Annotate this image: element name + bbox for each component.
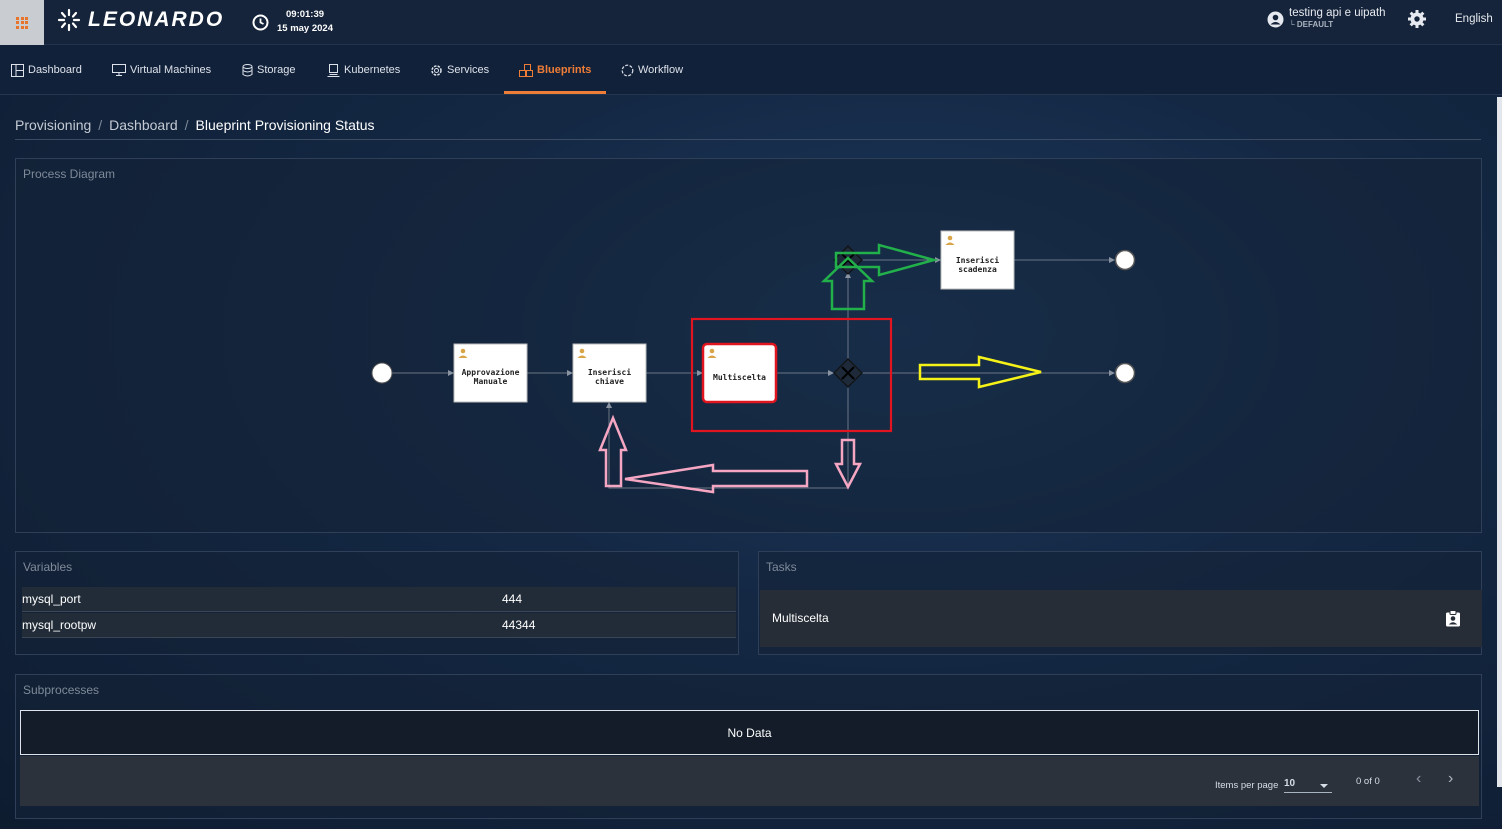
user-task-icon bbox=[709, 348, 715, 354]
task-label: Manuale bbox=[474, 377, 508, 386]
nav-virtual-machines-label: Virtual Machines bbox=[130, 64, 212, 76]
previous-page-button[interactable]: ‹ bbox=[1416, 770, 1421, 788]
breadcrumb: Provisioning / Dashboard / Blueprint Pro… bbox=[15, 117, 375, 133]
variable-value: 444 bbox=[502, 592, 523, 606]
variables-panel: Variables mysql_port 444 mysql_rootpw 44… bbox=[15, 551, 739, 655]
subprocesses-title: Subprocesses bbox=[23, 683, 100, 697]
task-label: Inserisci bbox=[588, 367, 632, 377]
tasks-panel: Tasks Multiscelta bbox=[758, 551, 1482, 655]
task-inserisci-chiave[interactable]: Inserisci chiave bbox=[572, 343, 647, 403]
brand-name: LEONARDO bbox=[88, 8, 225, 31]
breadcrumb-separator: / bbox=[98, 117, 103, 133]
refresh-icon bbox=[621, 64, 634, 76]
user-task-icon bbox=[460, 348, 466, 354]
clock-date: 15 may 2024 bbox=[277, 23, 333, 34]
task-multiscelta[interactable]: Multiscelta bbox=[701, 342, 778, 404]
task-label: Multiscelta bbox=[713, 372, 766, 382]
clock-icon bbox=[252, 14, 269, 30]
settings-button[interactable] bbox=[1407, 9, 1427, 34]
nav-workflow[interactable]: Workflow bbox=[621, 45, 683, 95]
task-label: Inserisci bbox=[956, 255, 1000, 265]
nav-virtual-machines[interactable]: Virtual Machines bbox=[112, 45, 211, 95]
nav-dashboard-label: Dashboard bbox=[28, 64, 82, 76]
yellow-right-arrow bbox=[918, 355, 1042, 389]
active-tab-indicator bbox=[504, 91, 606, 94]
items-per-page-value: 10 bbox=[1284, 778, 1296, 789]
paginator: Items per page 10 0 of 0 ‹ › bbox=[20, 756, 1479, 806]
brand-logo[interactable]: LEONARDO bbox=[56, 5, 224, 35]
nav-storage[interactable]: Storage bbox=[242, 45, 296, 95]
scrollbar[interactable] bbox=[1497, 97, 1502, 787]
items-per-page-select[interactable]: 10 bbox=[1284, 778, 1332, 793]
variable-key: mysql_port bbox=[22, 592, 81, 606]
breadcrumb-provisioning[interactable]: Provisioning bbox=[15, 117, 91, 133]
blueprint-icon bbox=[519, 63, 533, 77]
dashboard-icon bbox=[11, 63, 24, 77]
nav-services[interactable]: Services bbox=[430, 45, 489, 95]
nav-workflow-label: Workflow bbox=[638, 64, 684, 76]
chevron-down-icon bbox=[1320, 784, 1328, 788]
breadcrumb-separator: / bbox=[184, 117, 189, 133]
tasks-title: Tasks bbox=[766, 560, 797, 574]
breadcrumb-dashboard[interactable]: Dashboard bbox=[109, 117, 178, 133]
main-nav: Dashboard Virtual Machines Storage Kuber… bbox=[0, 45, 1502, 95]
variable-key: mysql_rootpw bbox=[22, 618, 97, 632]
database-icon bbox=[242, 63, 253, 76]
end-event bbox=[1114, 249, 1136, 271]
page-range: 0 of 0 bbox=[1356, 776, 1380, 787]
task-label: chiave bbox=[595, 376, 624, 386]
bpmn-diagram: Approvazione Manuale Inserisci chiave Mu… bbox=[371, 230, 1136, 494]
task-label: scadenza bbox=[958, 265, 997, 274]
language-selector[interactable]: English bbox=[1455, 13, 1493, 25]
pink-up-arrow bbox=[598, 414, 628, 488]
subprocesses-panel: Subprocesses No Data Items per page 10 0… bbox=[15, 674, 1482, 819]
user-task-icon bbox=[579, 348, 585, 354]
nav-dashboard[interactable]: Dashboard bbox=[11, 45, 82, 95]
nav-blueprints[interactable]: Blueprints bbox=[519, 45, 591, 95]
nav-blueprints-label: Blueprints bbox=[537, 64, 592, 76]
task-row[interactable]: Multiscelta bbox=[760, 590, 1482, 647]
user-menu[interactable]: testing api e uipath └ DEFAULT bbox=[1267, 7, 1386, 31]
variable-value: 44344 bbox=[502, 618, 536, 632]
start-event bbox=[371, 362, 393, 384]
end-event bbox=[1114, 362, 1136, 384]
app-launcher-button[interactable] bbox=[0, 0, 44, 45]
clock: 09:01:39 15 may 2024 bbox=[252, 8, 333, 36]
breadcrumb-current: Blueprint Provisioning Status bbox=[195, 117, 375, 133]
no-data-message: No Data bbox=[20, 710, 1479, 755]
clock-time: 09:01:39 bbox=[286, 9, 325, 20]
user-circle-icon bbox=[1267, 11, 1284, 27]
grid-icon bbox=[16, 16, 28, 29]
next-page-button[interactable]: › bbox=[1448, 770, 1453, 788]
task-approvazione-manuale[interactable]: Approvazione Manuale bbox=[453, 343, 528, 403]
nav-kubernetes[interactable]: Kubernetes bbox=[327, 45, 400, 95]
monitor-icon bbox=[112, 64, 126, 76]
process-diagram-panel: Process Diagram Approvazione Manuale Ins… bbox=[15, 158, 1482, 533]
task-name: Multiscelta bbox=[772, 611, 829, 625]
variables-title: Variables bbox=[23, 560, 73, 574]
user-name: testing api e uipath bbox=[1289, 7, 1386, 19]
gear-icon bbox=[431, 64, 442, 76]
variable-row: mysql_rootpw 44344 bbox=[22, 613, 736, 638]
user-tenant: └ DEFAULT bbox=[1289, 20, 1334, 29]
nav-storage-label: Storage bbox=[257, 64, 296, 76]
clipboard-user-icon[interactable] bbox=[1445, 610, 1461, 632]
gear-icon bbox=[1408, 10, 1426, 28]
user-task-icon bbox=[947, 235, 953, 241]
task-inserisci-scadenza[interactable]: Inserisci scadenza bbox=[940, 230, 1015, 290]
top-bar: LEONARDO 09:01:39 15 may 2024 testing ap… bbox=[0, 0, 1502, 45]
exclusive-gateway bbox=[833, 358, 863, 388]
variable-row: mysql_port 444 bbox=[22, 587, 736, 612]
task-label: Approvazione bbox=[462, 367, 520, 377]
items-per-page-label: Items per page bbox=[1215, 780, 1279, 791]
divider bbox=[15, 139, 1481, 140]
leonardo-logo-icon bbox=[57, 8, 81, 32]
nav-kubernetes-label: Kubernetes bbox=[344, 64, 401, 76]
exclusive-gateway bbox=[833, 245, 863, 275]
no-data-text: No Data bbox=[727, 725, 772, 740]
kubernetes-icon bbox=[327, 63, 340, 77]
nav-services-label: Services bbox=[447, 64, 490, 76]
